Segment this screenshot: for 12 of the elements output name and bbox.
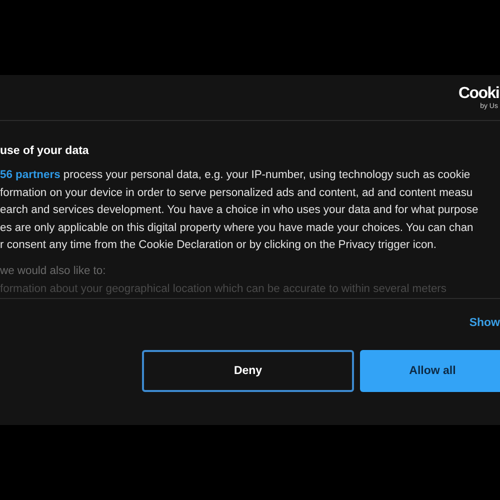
- paragraph-line: formation on your device in order to serve personalized ads and content, ad and content measu: [0, 186, 473, 200]
- section-heading: use of your data: [0, 144, 90, 158]
- allow-all-button[interactable]: Allow all: [360, 350, 500, 392]
- faded-text: we would also like to:: [0, 264, 106, 279]
- paragraph-line: earch and services development. You have a choice in who uses your data and for what purpose: [0, 203, 478, 218]
- deny-button[interactable]: Deny: [142, 350, 354, 392]
- paragraph-line: r consent any time from the Cookie Declaration or by clicking on the Privacy trigger icon.: [0, 238, 437, 253]
- logo-wordmark: Cooki: [458, 84, 499, 102]
- partners-link[interactable]: 56 partners: [0, 169, 60, 181]
- show-details-link[interactable]: Show: [469, 317, 500, 329]
- paragraph-line: es are only applicable on this digital property where you have made your choices. You can chan: [0, 220, 474, 236]
- paragraph-line: 56 partners process your personal data, e.g. your IP-number, using technology such as cookie: [0, 168, 470, 183]
